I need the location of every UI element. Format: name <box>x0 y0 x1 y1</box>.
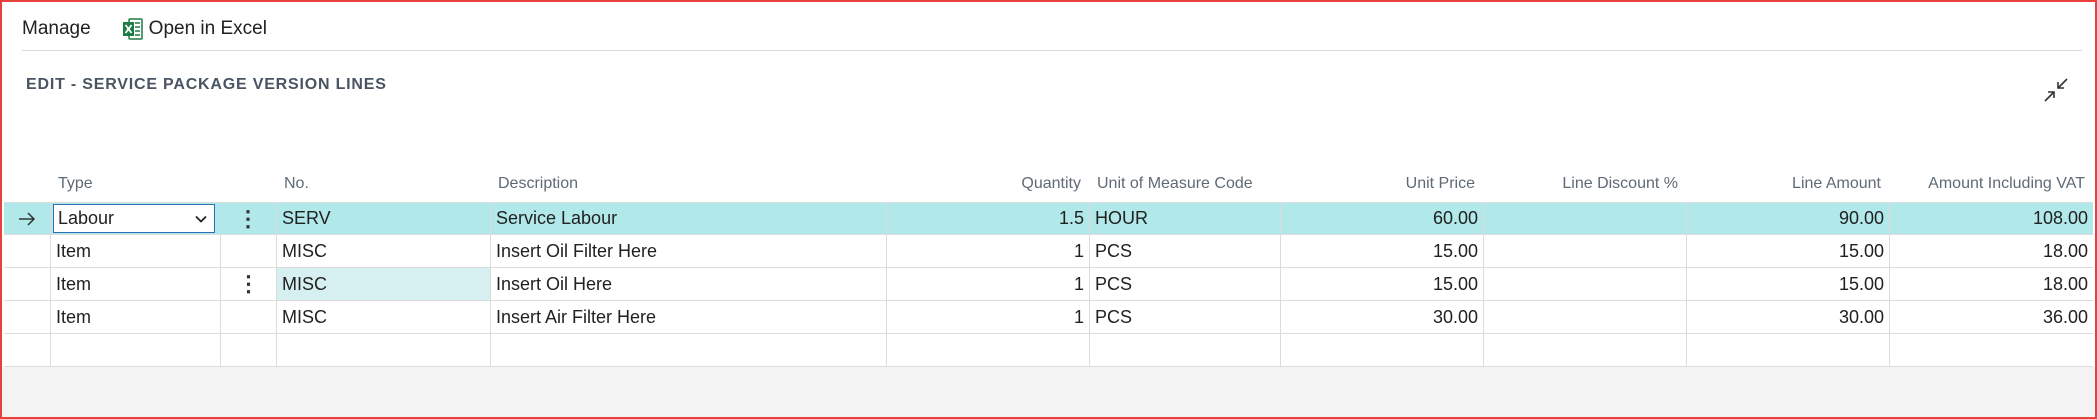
uom-cell[interactable]: HOUR <box>1089 203 1280 234</box>
grid-header: Type No. Description Quantity Unit of Me… <box>4 166 2093 202</box>
row-menu-cell[interactable]: ⋮ <box>220 203 276 234</box>
quantity-cell[interactable]: 1 <box>886 268 1089 300</box>
col-header-description[interactable]: Description <box>490 166 886 202</box>
uom-cell[interactable]: PCS <box>1089 268 1280 300</box>
footer-area <box>2 367 2095 417</box>
row-indicator[interactable] <box>4 301 50 333</box>
col-header-no[interactable]: No. <box>276 166 490 202</box>
no-cell[interactable]: MISC <box>276 268 490 300</box>
manage-menu[interactable]: Manage <box>22 18 91 40</box>
uom-cell[interactable] <box>1089 334 1280 366</box>
no-cell[interactable]: SERV <box>276 203 490 234</box>
type-dropdown-value: Labour <box>58 208 115 228</box>
quantity-cell[interactable]: 1 <box>886 235 1089 267</box>
type-cell[interactable] <box>50 334 220 366</box>
unit-price-cell[interactable]: 30.00 <box>1280 301 1483 333</box>
unit-price-cell[interactable] <box>1280 334 1483 366</box>
line-discount-cell[interactable] <box>1483 235 1686 267</box>
row-menu-cell[interactable] <box>220 301 276 333</box>
page-title: EDIT - SERVICE PACKAGE VERSION LINES <box>26 76 387 93</box>
line-discount-cell[interactable] <box>1483 268 1686 300</box>
table-row[interactable]: Item MISC Insert Air Filter Here 1 PCS 3… <box>4 301 2093 334</box>
no-cell[interactable]: MISC <box>276 235 490 267</box>
line-amount-cell[interactable]: 15.00 <box>1686 268 1889 300</box>
amount-incl-vat-cell[interactable] <box>1889 334 2093 366</box>
amount-incl-vat-cell[interactable]: 18.00 <box>1889 268 2093 300</box>
amount-incl-vat-cell[interactable]: 36.00 <box>1889 301 2093 333</box>
type-cell[interactable]: Item <box>50 268 220 300</box>
quantity-cell[interactable]: 1.5 <box>886 203 1089 234</box>
row-indicator[interactable] <box>4 334 50 366</box>
line-amount-cell[interactable] <box>1686 334 1889 366</box>
line-discount-cell[interactable] <box>1483 301 1686 333</box>
table-row[interactable]: Item MISC Insert Oil Filter Here 1 PCS 1… <box>4 235 2093 268</box>
table-row[interactable]: Item ⋮ MISC Insert Oil Here 1 PCS 15.00 … <box>4 268 2093 301</box>
amount-incl-vat-cell[interactable]: 108.00 <box>1889 203 2093 234</box>
type-cell[interactable]: Labour <box>50 203 220 234</box>
description-cell[interactable]: Insert Oil Here <box>490 268 886 300</box>
toolbar-divider <box>22 50 2082 51</box>
row-menu-cell[interactable] <box>220 235 276 267</box>
collapse-icon[interactable] <box>2042 76 2070 104</box>
table-row[interactable]: Labour ⋮ SERV Service Labour 1.5 HOUR 60… <box>4 202 2093 235</box>
col-header-amount-incl-vat[interactable]: Amount Including VAT <box>1889 166 2093 202</box>
unit-price-cell[interactable]: 60.00 <box>1280 203 1483 234</box>
open-in-excel-label: Open in Excel <box>148 18 267 39</box>
more-vertical-icon[interactable]: ⋮ <box>238 273 260 295</box>
col-header-quantity[interactable]: Quantity <box>886 166 1089 202</box>
col-header-type[interactable]: Type <box>50 166 220 202</box>
table-row-empty[interactable] <box>4 334 2093 367</box>
excel-icon <box>122 18 143 40</box>
header-spacer <box>4 166 50 202</box>
row-menu-cell[interactable] <box>220 334 276 366</box>
description-cell[interactable]: Service Labour <box>490 203 886 234</box>
col-header-uom[interactable]: Unit of Measure Code <box>1089 166 1280 202</box>
uom-cell[interactable]: PCS <box>1089 235 1280 267</box>
line-amount-cell[interactable]: 90.00 <box>1686 203 1889 234</box>
action-bar: Manage Open in Excel <box>22 14 267 44</box>
col-header-line-amount[interactable]: Line Amount <box>1686 166 1889 202</box>
line-discount-cell[interactable] <box>1483 203 1686 234</box>
open-in-excel-button[interactable]: Open in Excel <box>122 18 267 40</box>
quantity-cell[interactable]: 1 <box>886 301 1089 333</box>
unit-price-cell[interactable]: 15.00 <box>1280 235 1483 267</box>
line-amount-cell[interactable]: 30.00 <box>1686 301 1889 333</box>
arrow-right-icon <box>19 211 36 226</box>
no-cell[interactable]: MISC <box>276 301 490 333</box>
amount-incl-vat-cell[interactable]: 18.00 <box>1889 235 2093 267</box>
no-cell[interactable] <box>276 334 490 366</box>
row-indicator[interactable] <box>4 268 50 300</box>
row-menu-cell[interactable]: ⋮ <box>220 268 276 300</box>
chevron-down-icon <box>195 215 207 223</box>
row-indicator[interactable] <box>4 203 50 234</box>
type-cell[interactable]: Item <box>50 235 220 267</box>
unit-price-cell[interactable]: 15.00 <box>1280 268 1483 300</box>
line-amount-cell[interactable]: 15.00 <box>1686 235 1889 267</box>
more-vertical-icon[interactable]: ⋮ <box>237 207 259 230</box>
quantity-cell[interactable] <box>886 334 1089 366</box>
col-header-unit-price[interactable]: Unit Price <box>1280 166 1483 202</box>
row-indicator[interactable] <box>4 235 50 267</box>
type-cell[interactable]: Item <box>50 301 220 333</box>
line-discount-cell[interactable] <box>1483 334 1686 366</box>
col-header-line-discount[interactable]: Line Discount % <box>1483 166 1686 202</box>
uom-cell[interactable]: PCS <box>1089 301 1280 333</box>
description-cell[interactable]: Insert Oil Filter Here <box>490 235 886 267</box>
type-dropdown[interactable]: Labour <box>53 204 215 233</box>
description-cell[interactable] <box>490 334 886 366</box>
header-spacer <box>220 166 276 202</box>
description-cell[interactable]: Insert Air Filter Here <box>490 301 886 333</box>
lines-grid: Type No. Description Quantity Unit of Me… <box>4 166 2093 367</box>
